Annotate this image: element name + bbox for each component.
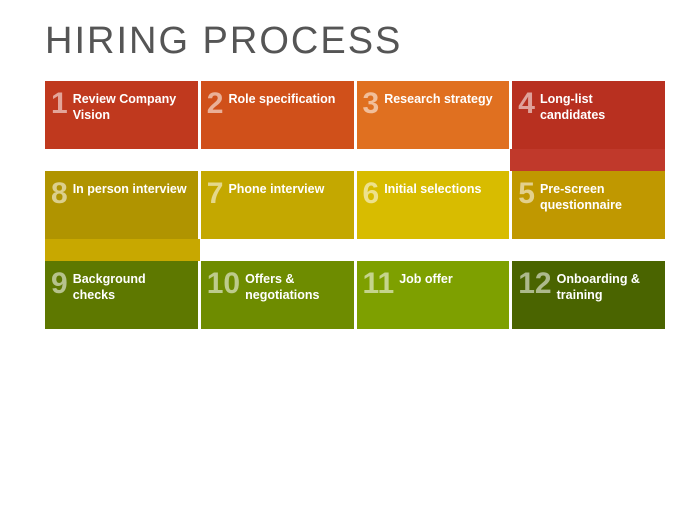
step-11: 11Job offer <box>357 261 510 329</box>
connector-right <box>45 149 665 171</box>
step-5-label: Pre-screen questionnaire <box>540 179 657 214</box>
step-10: 10Offers & negotiations <box>201 261 354 329</box>
row-1: 1Review Company Vision2Role specificatio… <box>45 81 665 149</box>
row-2: 8In person interview7Phone interview6Ini… <box>45 171 665 239</box>
step-1-label: Review Company Vision <box>73 89 190 124</box>
step-12-label: Onboarding & training <box>557 269 657 304</box>
step-8: 8 In person interview <box>45 171 198 239</box>
page: HIRING PROCESS 1Review Company Vision2Ro… <box>0 0 700 509</box>
row-3: 9Background checks10Offers & negotiation… <box>45 261 665 329</box>
step-1-number: 1 <box>51 89 68 119</box>
step-11-number: 11 <box>363 269 395 299</box>
step-6-number: 6 <box>363 179 380 209</box>
step-4-number: 4 <box>518 89 535 119</box>
step-12: 12Onboarding & training <box>512 261 665 329</box>
step-4-label: Long-list candidates <box>540 89 657 124</box>
step-2-number: 2 <box>207 89 224 119</box>
page-title: HIRING PROCESS <box>45 20 670 63</box>
step-9: 9Background checks <box>45 261 198 329</box>
step-2-label: Role specification <box>228 89 335 107</box>
step-10-label: Offers & negotiations <box>245 269 345 304</box>
step-1: 1Review Company Vision <box>45 81 198 149</box>
step-7: 7Phone interview <box>201 171 354 239</box>
step-10-number: 10 <box>207 269 240 299</box>
step-11-label: Job offer <box>399 269 452 287</box>
process-container: 1Review Company Vision2Role specificatio… <box>45 81 665 329</box>
connector-left <box>45 239 665 261</box>
step-7-label: Phone interview <box>228 179 324 197</box>
step-9-number: 9 <box>51 269 68 299</box>
step-6-label: Initial selections <box>384 179 481 197</box>
step-8-number: 8 <box>51 179 68 209</box>
step-7-number: 7 <box>207 179 224 209</box>
step-4: 4Long-list candidates <box>512 81 665 149</box>
step-2: 2Role specification <box>201 81 354 149</box>
step-6: 6Initial selections <box>357 171 510 239</box>
step-3-number: 3 <box>363 89 380 119</box>
step-5-number: 5 <box>518 179 535 209</box>
step-8-label: In person interview <box>73 179 187 197</box>
step-3: 3Research strategy <box>357 81 510 149</box>
step-3-label: Research strategy <box>384 89 492 107</box>
step-9-label: Background checks <box>73 269 190 304</box>
step-5: 5Pre-screen questionnaire <box>512 171 665 239</box>
step-12-number: 12 <box>518 269 551 299</box>
